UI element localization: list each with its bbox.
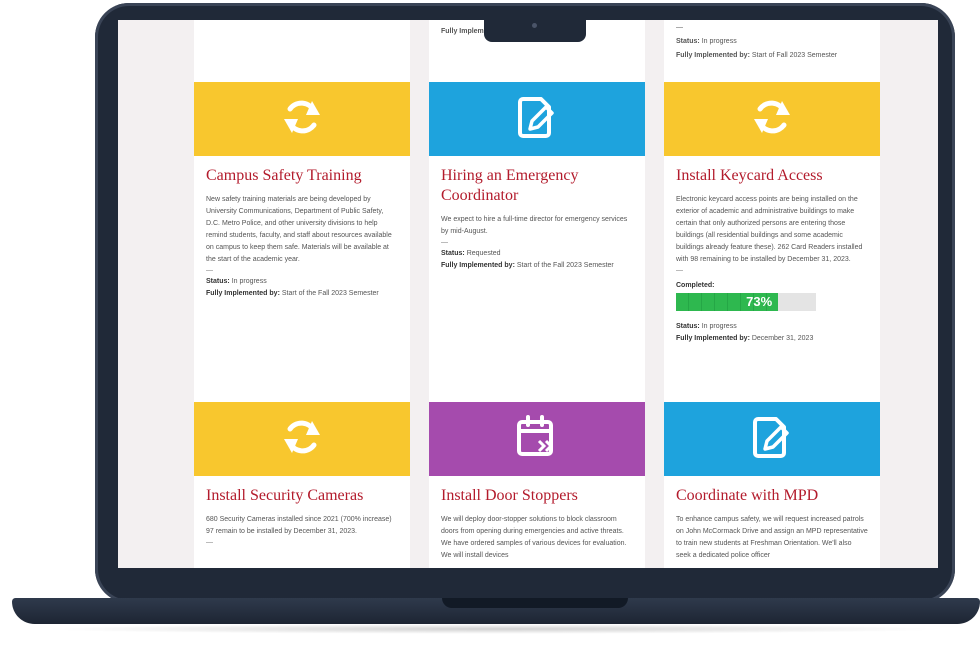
divider-dash: —	[206, 539, 213, 546]
implemented-value: Start of Fall 2023 Semester	[751, 52, 838, 59]
implemented-label: Fully Implem	[441, 28, 484, 35]
implemented-label: Fully Implemented by:	[441, 262, 515, 269]
card-banner	[194, 402, 410, 476]
implemented-line: Fully Implemented by: Start of the Fall …	[206, 288, 398, 300]
card-title[interactable]: Install Security Cameras	[206, 486, 398, 506]
status-line: Status: In progress	[206, 276, 398, 288]
status-label: Status:	[206, 278, 230, 285]
card-description: To enhance campus safety, we will reques…	[676, 516, 868, 559]
card-description: Electronic keycard access points are bei…	[676, 196, 863, 263]
refresh-icon	[278, 413, 326, 466]
status-line: Status: In progress	[676, 321, 868, 333]
card-title[interactable]: Install Keycard Access	[676, 166, 868, 186]
card-campus-safety-training: Campus Safety Training New safety traini…	[194, 82, 410, 300]
column-3: — Status: In progress Fully Implemented …	[664, 20, 880, 568]
implemented-label: Fully Implemented by:	[676, 52, 750, 59]
implemented-line: Fully Implemented by: Start of the Fall …	[441, 260, 633, 272]
status-label: Status:	[676, 38, 700, 45]
implemented-label: Fully Implemented by:	[676, 335, 750, 342]
camera-icon	[532, 23, 537, 28]
card-install-keycard-access: Install Keycard Access Electronic keycar…	[664, 82, 880, 345]
status-value: In progress	[231, 278, 267, 285]
divider-dash: —	[441, 239, 448, 246]
status-value: In progress	[701, 323, 737, 330]
column-1: Campus Safety Training New safety traini…	[194, 20, 410, 568]
status-label: Status:	[441, 250, 465, 257]
column-2: Fully Implem Hiring an Emergency Coordin…	[429, 20, 645, 568]
laptop-screen: Campus Safety Training New safety traini…	[118, 20, 938, 568]
status-label: Status:	[676, 323, 700, 330]
calendar-forward-icon	[513, 413, 561, 466]
card-banner	[194, 82, 410, 156]
implemented-line: Fully Implemented by: Start of Fall 2023…	[676, 50, 837, 62]
laptop-shadow	[40, 624, 950, 634]
divider-dash: —	[206, 267, 213, 274]
implemented-line-partial: Fully Implem	[441, 26, 484, 38]
card-banner	[429, 82, 645, 156]
card-description: We expect to hire a full-time director f…	[441, 216, 628, 235]
implemented-value: December 31, 2023	[751, 335, 814, 342]
implemented-value: Start of the Fall 2023 Semester	[516, 262, 614, 269]
card-description: New safety training materials are being …	[206, 196, 392, 263]
card-description: 680 Security Cameras installed since 202…	[206, 516, 392, 535]
progress-label: Completed:	[676, 282, 715, 289]
card-title[interactable]: Install Door Stoppers	[441, 486, 633, 506]
card-title[interactable]: Campus Safety Training	[206, 166, 398, 186]
status-value: In progress	[701, 38, 737, 45]
laptop-base-notch	[442, 598, 628, 608]
card-banner	[664, 82, 880, 156]
card-banner	[664, 402, 880, 476]
status-line: Status: Requested	[441, 248, 633, 260]
implemented-line: Fully Implemented by: December 31, 2023	[676, 333, 868, 345]
card-install-door-stoppers: Install Door Stoppers We will deploy doo…	[429, 402, 645, 562]
card-description: We will deploy door-stopper solutions to…	[441, 516, 627, 559]
card-install-security-cameras: Install Security Cameras 680 Security Ca…	[194, 402, 410, 548]
document-edit-icon	[750, 413, 794, 466]
card-title[interactable]: Coordinate with MPD	[676, 486, 868, 506]
card-banner	[429, 402, 645, 476]
status-value: Requested	[466, 250, 501, 257]
divider-dash: —	[676, 24, 683, 31]
implemented-label: Fully Implemented by:	[206, 290, 280, 297]
card-hiring-emergency-coordinator: Hiring an Emergency Coordinator We expec…	[429, 82, 645, 272]
divider-dash: —	[676, 267, 683, 274]
implemented-value: Start of the Fall 2023 Semester	[281, 290, 379, 297]
progress-bar: 73%	[676, 293, 816, 311]
document-edit-icon	[515, 93, 559, 146]
refresh-icon	[278, 93, 326, 146]
card-coordinate-with-mpd: Coordinate with MPD To enhance campus sa…	[664, 402, 880, 562]
card-title[interactable]: Hiring an Emergency Coordinator	[441, 166, 633, 206]
progress-fill: 73%	[676, 293, 779, 311]
status-line: Status: In progress	[676, 36, 737, 48]
refresh-icon	[748, 93, 796, 146]
